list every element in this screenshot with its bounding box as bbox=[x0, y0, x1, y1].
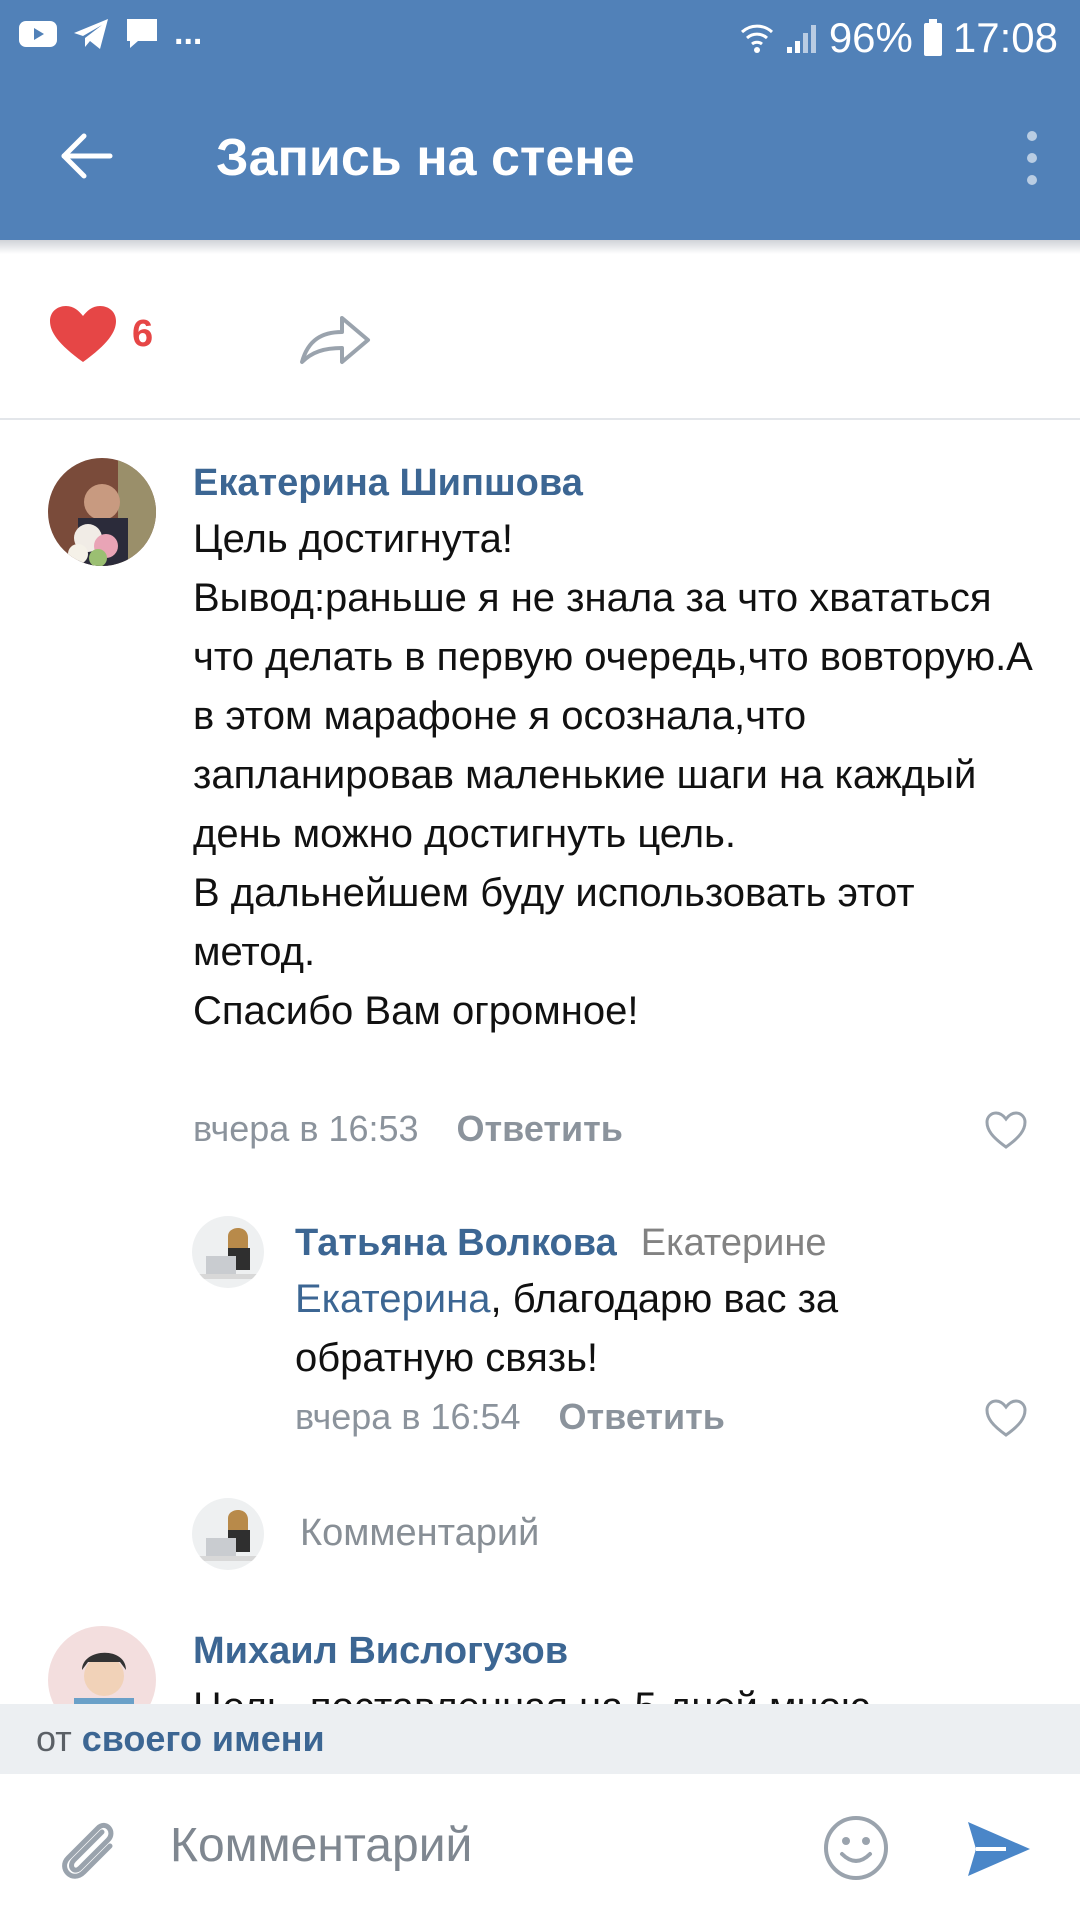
comment-input[interactable]: Комментарий bbox=[170, 1818, 472, 1873]
comment-author[interactable]: Екатерина Шипшова bbox=[193, 462, 583, 505]
comment-time: вчера в 16:53 bbox=[193, 1108, 419, 1149]
thread-reply-placeholder: Комментарий bbox=[300, 1512, 540, 1554]
post-as-link[interactable]: своего имени bbox=[82, 1718, 325, 1759]
post-as-prefix: от bbox=[36, 1718, 72, 1759]
avatar bbox=[192, 1498, 264, 1570]
comment-meta: вчера в 16:54 Ответить bbox=[295, 1396, 725, 1438]
comment: Екатерина Шипшова Цель достигнута! Вывод… bbox=[0, 418, 1080, 1178]
back-arrow-icon[interactable] bbox=[56, 126, 116, 186]
wifi-icon bbox=[740, 24, 773, 53]
more-options-icon[interactable] bbox=[1022, 130, 1042, 186]
comment-author[interactable]: Михаил Вислогузов bbox=[193, 1630, 568, 1673]
status-bar: ... 96% 17:08 bbox=[0, 0, 1080, 80]
battery-icon bbox=[923, 19, 942, 56]
like-count: 6 bbox=[132, 312, 154, 355]
youtube-icon bbox=[19, 20, 57, 47]
like-outline-icon[interactable] bbox=[984, 1398, 1028, 1438]
comment-author-name[interactable]: Татьяна Волкова bbox=[295, 1222, 617, 1264]
avatar[interactable] bbox=[192, 1216, 264, 1288]
post-as-label: от своего имени bbox=[36, 1718, 325, 1760]
send-icon[interactable] bbox=[966, 1818, 1032, 1880]
comment-text: Цель, поставленная на 5 дней мною bbox=[193, 1678, 1033, 1704]
avatar[interactable] bbox=[48, 1626, 156, 1704]
clock: 17:08 bbox=[952, 14, 1058, 61]
header-shadow bbox=[0, 240, 1080, 254]
post-as-bar: от своего имени bbox=[0, 1704, 1080, 1774]
reply-button[interactable]: Ответить bbox=[457, 1108, 623, 1149]
avatar[interactable] bbox=[48, 458, 156, 566]
comment-text: Екатерина, благодарю вас за обратную свя… bbox=[295, 1270, 995, 1388]
notification-icons: ... bbox=[18, 14, 202, 53]
comment-reply: Татьяна Волкова Екатерине Екатерина, благ… bbox=[0, 1178, 1080, 1468]
comment-text: Цель достигнута! Вывод:раньше я не знала… bbox=[193, 517, 1033, 1033]
share-icon[interactable] bbox=[298, 306, 374, 370]
comment-meta: вчера в 16:53 Ответить bbox=[193, 1108, 623, 1150]
signal-icon bbox=[786, 25, 816, 53]
message-icon bbox=[127, 18, 157, 48]
comment-composer: Комментарий bbox=[0, 1774, 1080, 1920]
comment-time: вчера в 16:54 bbox=[295, 1396, 521, 1437]
mention-link[interactable]: Екатерина bbox=[295, 1277, 490, 1321]
reply-to-label: Екатерине bbox=[640, 1222, 827, 1264]
notification-more: ... bbox=[174, 14, 203, 52]
like-button[interactable]: 6 bbox=[48, 304, 153, 364]
comment: Михаил Вислогузов Цель, поставленная на … bbox=[0, 1608, 1080, 1704]
like-outline-icon[interactable] bbox=[984, 1110, 1028, 1150]
battery-percent: 96% bbox=[828, 14, 913, 61]
page-title: Запись на стене bbox=[216, 129, 635, 187]
emoji-icon[interactable] bbox=[822, 1814, 890, 1882]
comment-author: Татьяна Волкова Екатерине bbox=[295, 1222, 826, 1265]
telegram-icon bbox=[74, 18, 108, 49]
post-actions: 6 bbox=[0, 254, 1080, 420]
thread-reply-input[interactable]: Комментарий bbox=[0, 1468, 1080, 1608]
reply-button[interactable]: Ответить bbox=[559, 1396, 725, 1437]
paperclip-icon[interactable] bbox=[52, 1812, 122, 1886]
app-bar: Запись на стене bbox=[0, 80, 1080, 240]
status-right: 96% 17:08 bbox=[739, 14, 1058, 62]
heart-filled-icon bbox=[50, 306, 116, 362]
